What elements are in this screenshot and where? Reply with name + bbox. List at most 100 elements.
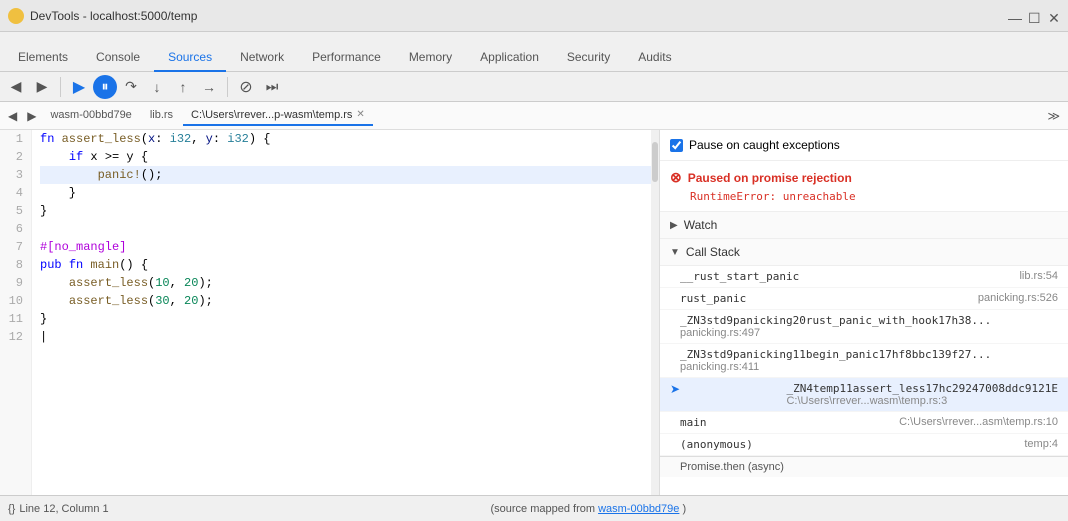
source-tabs: ◀ ▶ wasm-00bbd79e lib.rs C:\Users\rrever… — [0, 102, 1068, 130]
cs-name-1: rust_panic — [680, 292, 746, 305]
tab-memory[interactable]: Memory — [395, 44, 466, 72]
code-lines-container: 1 2 3 4 5 6 7 8 9 10 11 12 fn assert_les… — [0, 130, 659, 495]
tab-elements[interactable]: Elements — [4, 44, 82, 72]
cs-loc-6: temp:4 — [1024, 438, 1058, 450]
title-bar-title: DevTools - localhost:5000/temp — [30, 9, 197, 23]
line-numbers: 1 2 3 4 5 6 7 8 9 10 11 12 — [0, 130, 32, 495]
code-line-11: } — [40, 310, 659, 328]
sources-nav-left[interactable]: ◀ — [4, 75, 28, 99]
async-badge-text: Promise.then (async) — [680, 461, 784, 473]
step-over-button[interactable]: ↷ — [119, 75, 143, 99]
maximize-button[interactable]: ☐ — [1028, 10, 1040, 22]
call-stack-item-1[interactable]: rust_panic panicking.rs:526 — [660, 288, 1068, 310]
step-out-button[interactable]: ↑ — [171, 75, 195, 99]
code-line-6 — [40, 220, 659, 238]
line-num-5: 5 — [4, 202, 23, 220]
line-num-11: 11 — [4, 310, 23, 328]
code-line-5: } — [40, 202, 659, 220]
code-scrollbar[interactable] — [651, 130, 659, 495]
line-num-6: 6 — [4, 220, 23, 238]
toolbar-separator-2 — [227, 77, 228, 97]
cs-name-4: _ZN4temp11assert_less17hc29247008ddc9121… — [786, 382, 1058, 395]
call-stack-item-5[interactable]: main C:\Users\rrever...asm\temp.rs:10 — [660, 412, 1068, 434]
tab-sources[interactable]: Sources — [154, 44, 226, 72]
source-nav-more[interactable]: ≫ — [1043, 107, 1064, 125]
async-badge: Promise.then (async) — [660, 456, 1068, 477]
step-into-button[interactable]: ↓ — [145, 75, 169, 99]
tab-network[interactable]: Network — [226, 44, 298, 72]
status-position: Line 12, Column 1 — [19, 503, 108, 515]
minimize-button[interactable]: — — [1008, 10, 1020, 22]
code-scroll-thumb[interactable] — [652, 142, 658, 182]
source-tab-temp-close[interactable]: ✕ — [356, 109, 364, 120]
code-line-12: | — [40, 328, 659, 346]
cs-loc-1: panicking.rs:526 — [978, 292, 1058, 304]
line-num-9: 9 — [4, 274, 23, 292]
status-bar-left: {} Line 12, Column 1 — [8, 503, 109, 515]
source-nav-back[interactable]: ◀ — [4, 107, 21, 125]
call-stack-item-0[interactable]: __rust_start_panic lib.rs:54 — [660, 266, 1068, 288]
code-line-8: pub fn main() { — [40, 256, 659, 274]
sources-nav-right[interactable]: ▶ — [30, 75, 54, 99]
call-stack-section-header[interactable]: Call Stack — [660, 239, 1068, 266]
source-tab-wasm-label: wasm-00bbd79e — [50, 109, 131, 121]
cs-two-line-2: _ZN3std9panicking20rust_panic_with_hook1… — [680, 314, 991, 339]
tab-security[interactable]: Security — [553, 44, 624, 72]
status-sourcemap-text: (source mapped from — [490, 503, 595, 515]
line-num-7: 7 — [4, 238, 23, 256]
tab-audits[interactable]: Audits — [624, 44, 685, 72]
status-bar-icon[interactable]: {} — [8, 503, 15, 515]
source-tab-temp-label: C:\Users\rrever...p-wasm\temp.rs — [191, 109, 352, 121]
code-line-7: #[no_mangle] — [40, 238, 659, 256]
code-line-10: assert_less(30, 20); — [40, 292, 659, 310]
source-tab-temp[interactable]: C:\Users\rrever...p-wasm\temp.rs ✕ — [183, 106, 373, 126]
source-tab-lib[interactable]: lib.rs — [142, 106, 181, 126]
status-sourcemap-close: ) — [682, 503, 686, 515]
pause-button[interactable]: ⏸ — [93, 75, 117, 99]
line-num-4: 4 — [4, 184, 23, 202]
line-num-1: 1 — [4, 130, 23, 148]
cs-name-2: _ZN3std9panicking20rust_panic_with_hook1… — [680, 314, 991, 327]
cs-loc-0: lib.rs:54 — [1019, 270, 1058, 282]
pause-exceptions-button[interactable]: ⏭ — [260, 75, 284, 99]
call-stack-item-3[interactable]: _ZN3std9panicking11begin_panic17hf8bbc13… — [660, 344, 1068, 378]
watch-label: Watch — [684, 218, 718, 232]
status-sourcemap-link[interactable]: wasm-00bbd79e — [598, 503, 679, 515]
call-stack-list: __rust_start_panic lib.rs:54 rust_panic … — [660, 266, 1068, 495]
tab-console[interactable]: Console — [82, 44, 154, 72]
call-stack-label: Call Stack — [686, 245, 740, 259]
call-stack-item-6[interactable]: (anonymous) temp:4 — [660, 434, 1068, 456]
watch-chevron — [670, 220, 678, 231]
code-line-3: panic!(); — [40, 166, 659, 184]
code-content[interactable]: fn assert_less(x: i32, y: i32) { if x >=… — [32, 130, 659, 495]
code-line-1: fn assert_less(x: i32, y: i32) { — [40, 130, 659, 148]
pause-exceptions-checkbox[interactable] — [670, 139, 683, 152]
main-area: 1 2 3 4 5 6 7 8 9 10 11 12 fn assert_les… — [0, 130, 1068, 495]
call-stack-item-2[interactable]: _ZN3std9panicking20rust_panic_with_hook1… — [660, 310, 1068, 344]
source-nav-forward[interactable]: ▶ — [23, 107, 40, 125]
cs-loc-4: C:\Users\rrever...wasm\temp.rs:3 — [786, 395, 1058, 407]
devtools-icon — [8, 8, 24, 24]
watch-section-header[interactable]: Watch — [660, 212, 1068, 239]
cs-name-5: main — [680, 416, 707, 429]
code-line-9: assert_less(10, 20); — [40, 274, 659, 292]
cs-name-0: __rust_start_panic — [680, 270, 799, 283]
step-button[interactable]: → — [197, 75, 221, 99]
cs-two-line-4: _ZN4temp11assert_less17hc29247008ddc9121… — [786, 382, 1058, 407]
resume-button[interactable]: ▶ — [67, 75, 91, 99]
error-icon: ⊗ — [670, 169, 682, 186]
tab-application[interactable]: Application — [466, 44, 553, 72]
tab-bar: Elements Console Sources Network Perform… — [0, 32, 1068, 72]
call-stack-item-4[interactable]: ➤ _ZN4temp11assert_less17hc29247008ddc91… — [660, 378, 1068, 412]
source-tab-wasm[interactable]: wasm-00bbd79e — [42, 106, 139, 126]
line-num-8: 8 — [4, 256, 23, 274]
deactivate-breakpoints-button[interactable]: ⊘ — [234, 75, 258, 99]
close-button[interactable]: ✕ — [1048, 10, 1060, 22]
error-title: ⊗ Paused on promise rejection — [670, 169, 1058, 186]
pause-exceptions-section: Pause on caught exceptions — [660, 130, 1068, 161]
tab-performance[interactable]: Performance — [298, 44, 395, 72]
error-detail: RuntimeError: unreachable — [690, 190, 1058, 203]
cs-name-6: (anonymous) — [680, 438, 753, 451]
status-bar-right: (source mapped from wasm-00bbd79e ) — [117, 503, 1060, 515]
code-line-4: } — [40, 184, 659, 202]
